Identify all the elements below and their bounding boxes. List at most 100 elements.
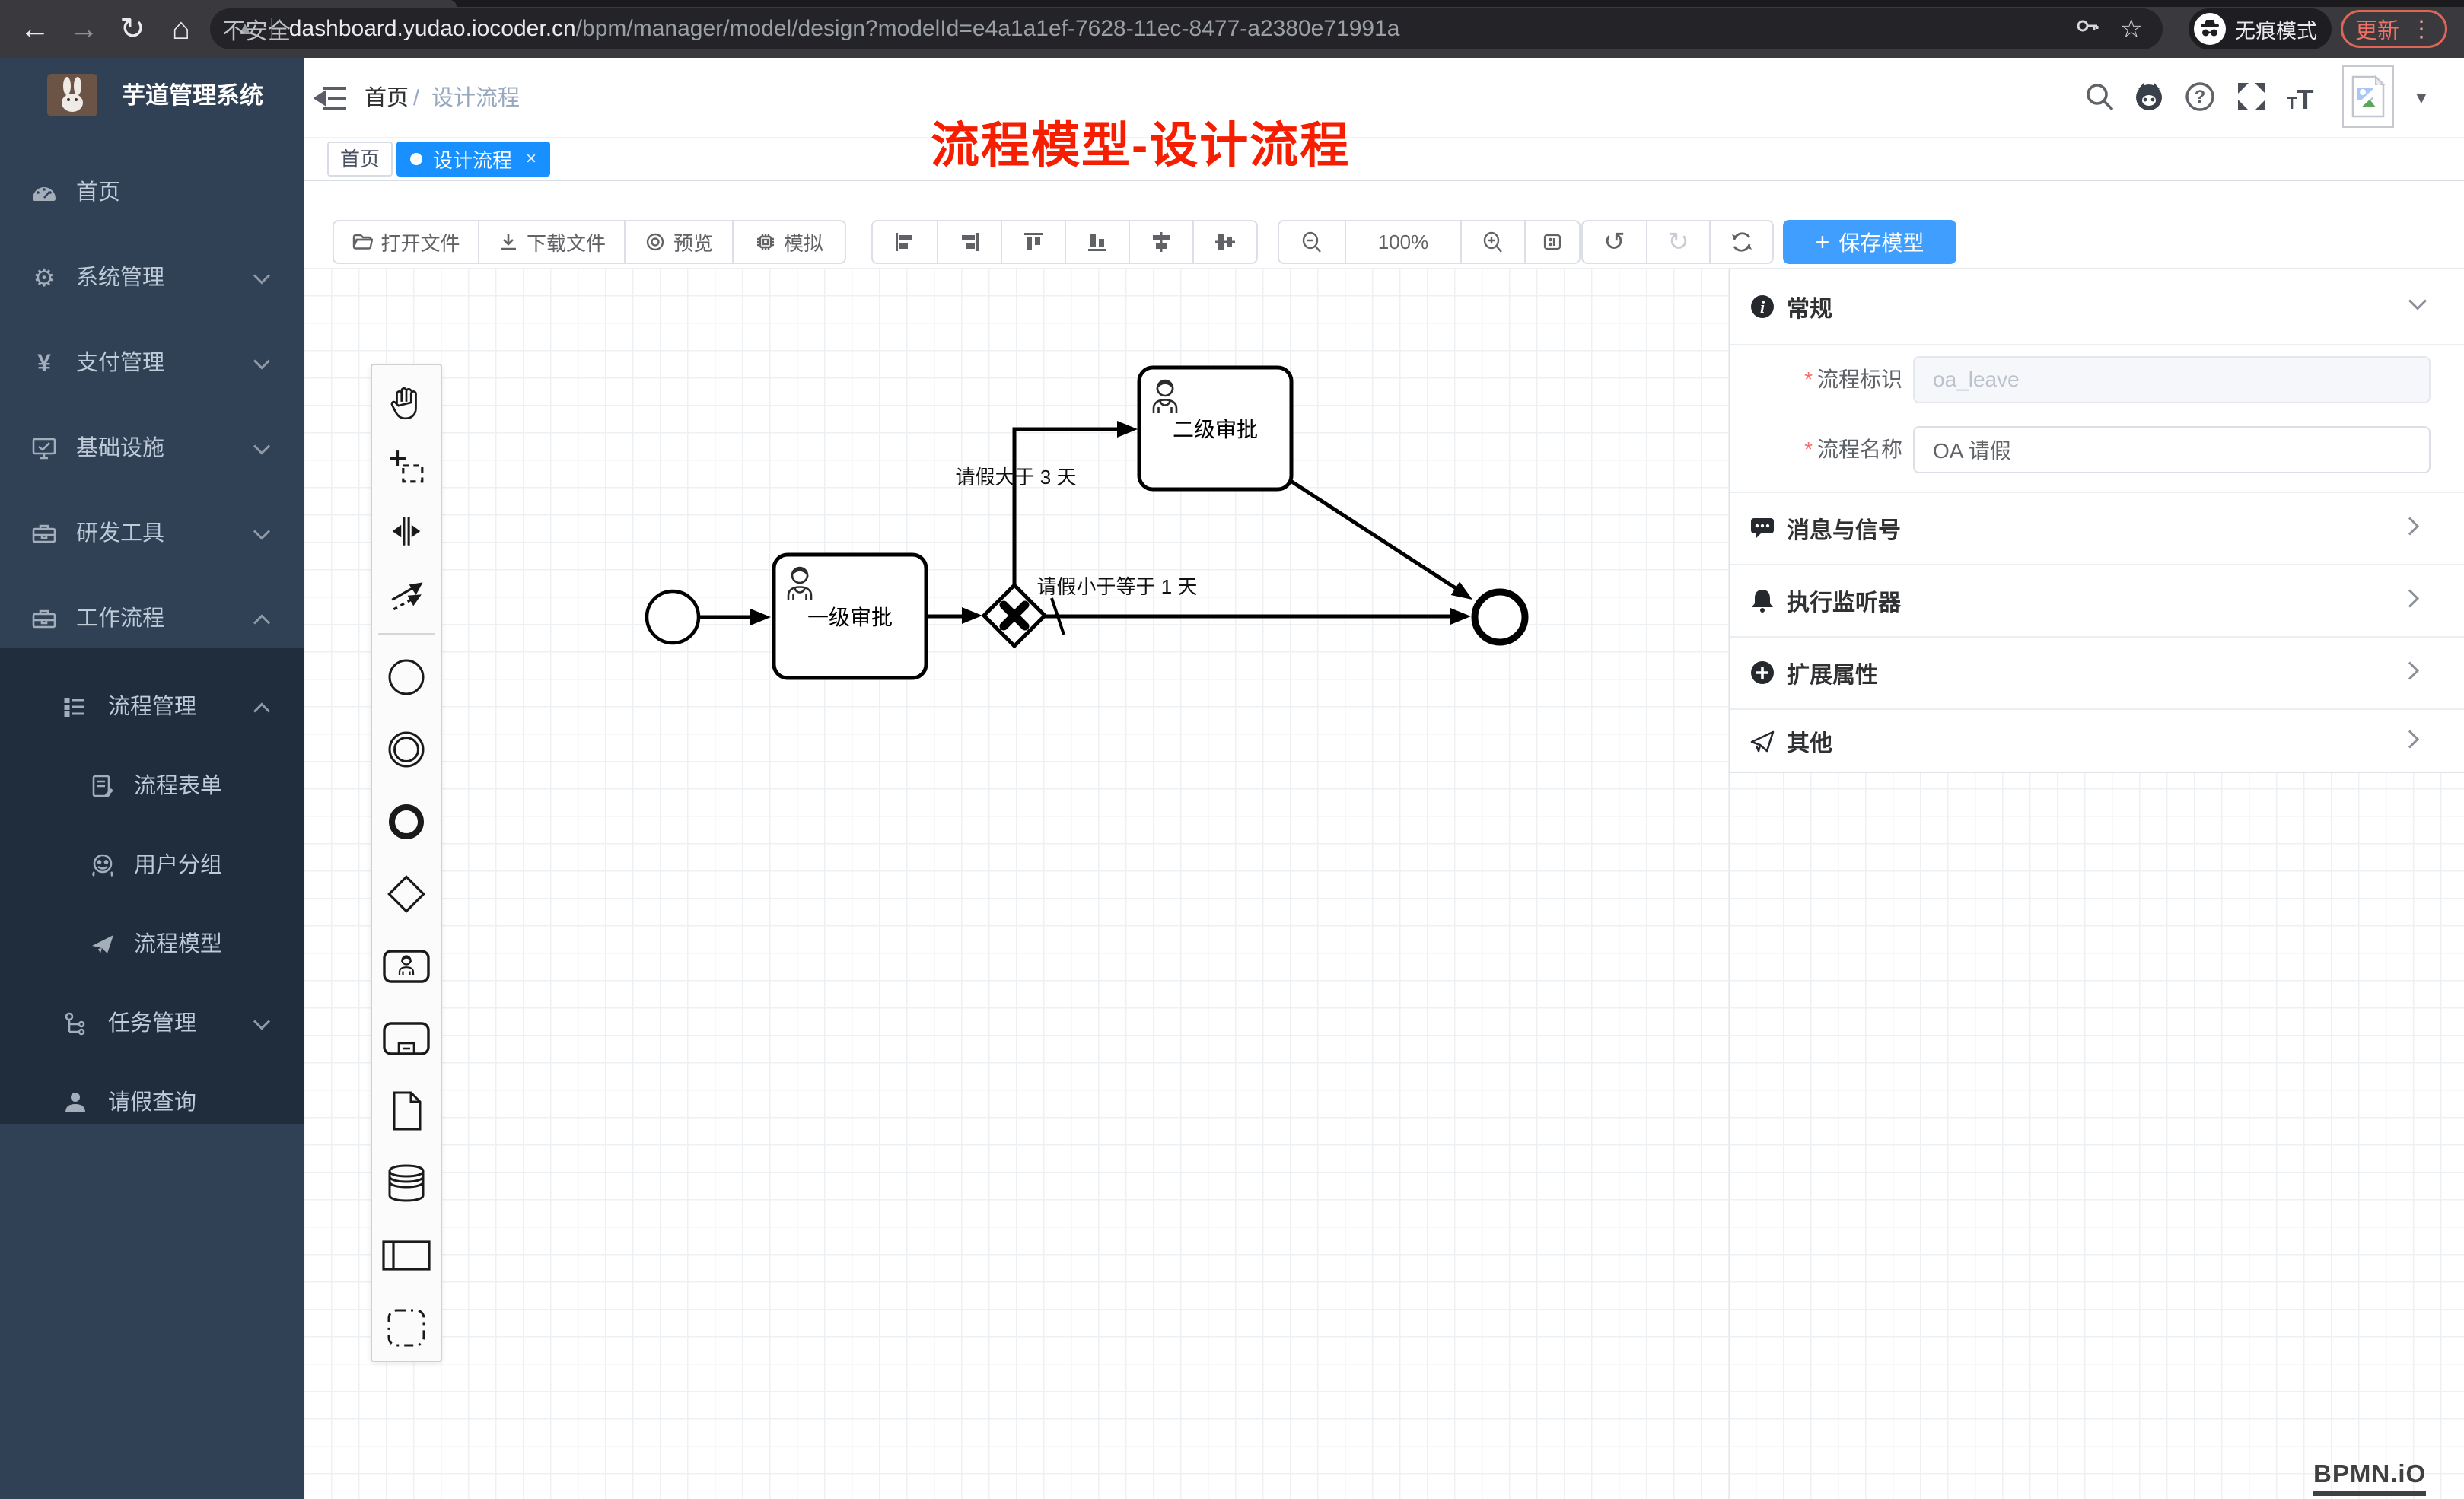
yen-icon: ¥ (30, 349, 58, 377)
bookmark-star-icon[interactable]: ☆ (2120, 14, 2143, 44)
section-message-signal[interactable]: 消息与信号 (1730, 492, 2464, 564)
chevron-down-icon (253, 1011, 271, 1036)
avatar-caret-icon[interactable]: ▼ (2413, 88, 2430, 108)
create-group[interactable] (374, 1291, 438, 1364)
search-icon[interactable] (2083, 80, 2119, 116)
create-gateway[interactable] (374, 858, 438, 930)
align-center-button[interactable] (1129, 221, 1192, 263)
start-event-node[interactable] (647, 591, 699, 643)
preview-button[interactable]: 预览 (624, 221, 732, 263)
sidebar-item-process-mgmt[interactable]: 流程管理 (0, 667, 304, 746)
align-top-button[interactable] (1001, 221, 1065, 263)
browser-menu-icon[interactable]: ⋮ (2410, 16, 2433, 43)
section-general[interactable]: i 常规 (1730, 269, 2464, 344)
create-subprocess[interactable] (374, 1002, 438, 1074)
sidebar-item-devtools[interactable]: 研发工具 (0, 491, 304, 576)
font-size-icon[interactable]: TT (2287, 84, 2323, 120)
paper-plane-icon (90, 931, 116, 957)
app-logo (47, 74, 97, 116)
simulate-button[interactable]: 模拟 (732, 221, 845, 263)
workflow-submenu: 流程管理 流程表单 用户分组 流程模型 (0, 648, 304, 1124)
breadcrumb-home[interactable]: 首页 (365, 58, 409, 138)
bpmn-diagram: 一级审批 二级审批 请假大于 3 天 请假小于等于 1 (304, 268, 1636, 800)
task-node-level1[interactable]: 一级审批 (774, 555, 926, 678)
forward-icon[interactable]: → (65, 11, 102, 47)
section-extended-attrs[interactable]: 扩展属性 (1730, 636, 2464, 708)
process-key-input[interactable] (1913, 356, 2431, 403)
zoom-in-button[interactable] (1460, 221, 1524, 263)
section-other[interactable]: 其他 (1730, 708, 2464, 773)
fullscreen-icon[interactable] (2235, 80, 2271, 116)
svg-text:i: i (1760, 298, 1765, 317)
toolbox-icon (30, 520, 58, 547)
tab-close-icon[interactable]: × (526, 148, 536, 170)
app-title: 芋道管理系统 (122, 58, 263, 143)
back-icon[interactable]: ← (17, 11, 53, 47)
sidebar-item-process-model[interactable]: 流程模型 (0, 905, 304, 984)
reload-icon[interactable]: ↻ (114, 11, 151, 47)
sidebar-item-leave-query[interactable]: 请假查询 (0, 1063, 304, 1142)
align-bottom-button[interactable] (1065, 221, 1129, 263)
process-name-input[interactable] (1913, 426, 2431, 473)
logo-row: 芋道管理系统 (0, 58, 304, 143)
zoom-reset-button[interactable] (1524, 221, 1579, 263)
chevron-up-icon (253, 695, 271, 720)
create-data-store[interactable] (374, 1147, 438, 1219)
create-data-object[interactable] (374, 1074, 438, 1147)
github-icon[interactable] (2131, 80, 2168, 116)
sidebar-item-home[interactable]: 首页 (0, 150, 304, 235)
dashboard-icon (30, 179, 58, 206)
create-user-task[interactable] (374, 930, 438, 1002)
incognito-badge: 无痕模式 (2189, 8, 2332, 49)
chevron-down-icon (253, 521, 271, 546)
redo-button[interactable]: ↻ (1646, 221, 1709, 263)
url-bar[interactable]: ▲ 不安全 dashboard.yudao.iocoder.cn /bpm/ma… (210, 8, 2163, 49)
create-participant[interactable] (374, 1219, 438, 1291)
tree-icon (62, 1010, 88, 1036)
breadcrumb-current: 设计流程 (431, 58, 520, 138)
properties-panel: i 常规 *流程标识 *流程名称 消息与信号 执行监听器 (1729, 268, 2464, 773)
open-file-button[interactable]: 打开文件 (334, 221, 478, 263)
zoom-out-button[interactable] (1279, 221, 1345, 263)
sidebar-item-payment[interactable]: ¥ 支付管理 (0, 320, 304, 406)
sidebar-item-label: 流程模型 (134, 905, 222, 984)
save-model-button[interactable]: + 保存模型 (1783, 220, 1956, 264)
password-key-icon[interactable] (2074, 13, 2100, 46)
sidebar-item-user-group[interactable]: 用户分组 (0, 826, 304, 905)
update-button[interactable]: 更新 ⋮ (2341, 10, 2447, 48)
svg-text:一级审批: 一级审批 (807, 606, 893, 629)
task-node-level2[interactable]: 二级审批 (1139, 368, 1291, 489)
align-left-button[interactable] (873, 221, 937, 263)
help-icon[interactable]: ? (2183, 80, 2220, 116)
refresh-button[interactable] (1709, 221, 1772, 263)
sidebar-item-infra[interactable]: 基础设施 (0, 406, 304, 491)
svg-text:二级审批: 二级审批 (1173, 418, 1258, 441)
chevron-right-icon (2408, 660, 2420, 684)
align-right-button[interactable] (937, 221, 1001, 263)
section-execution-listener[interactable]: 执行监听器 (1730, 564, 2464, 636)
svg-text:?: ? (2195, 87, 2206, 107)
briefcase-icon (30, 605, 58, 632)
avatar[interactable] (2342, 65, 2394, 128)
security-label: 不安全 (222, 12, 956, 46)
exclusive-gateway-node[interactable] (984, 585, 1045, 646)
browser-active-tab[interactable] (0, 0, 457, 7)
sidebar-item-task-mgmt[interactable]: 任务管理 (0, 984, 304, 1063)
align-middle-button[interactable] (1192, 221, 1256, 263)
sidebar-item-label: 首页 (76, 150, 120, 235)
sidebar-item-system[interactable]: ⚙ 系统管理 (0, 235, 304, 320)
tab-design-process[interactable]: 设计流程 × (396, 142, 550, 177)
sidebar-fold-button[interactable] (314, 83, 348, 113)
sidebar-item-label: 系统管理 (76, 235, 164, 320)
end-event-node[interactable] (1475, 592, 1525, 642)
field-label: 流程标识 (1817, 368, 1902, 391)
undo-button[interactable]: ↺ (1583, 221, 1646, 263)
form-row-process-name: *流程名称 (1730, 425, 2464, 475)
home-icon[interactable]: ⌂ (163, 11, 199, 47)
panel-divider (1730, 344, 2464, 345)
bpmn-io-logo[interactable]: BPMN.iO (2313, 1459, 2426, 1496)
sidebar-item-process-form[interactable]: 流程表单 (0, 746, 304, 826)
download-file-button[interactable]: 下载文件 (478, 221, 624, 263)
sidebar-item-label: 请假查询 (108, 1063, 196, 1142)
tab-home[interactable]: 首页 (327, 142, 393, 177)
